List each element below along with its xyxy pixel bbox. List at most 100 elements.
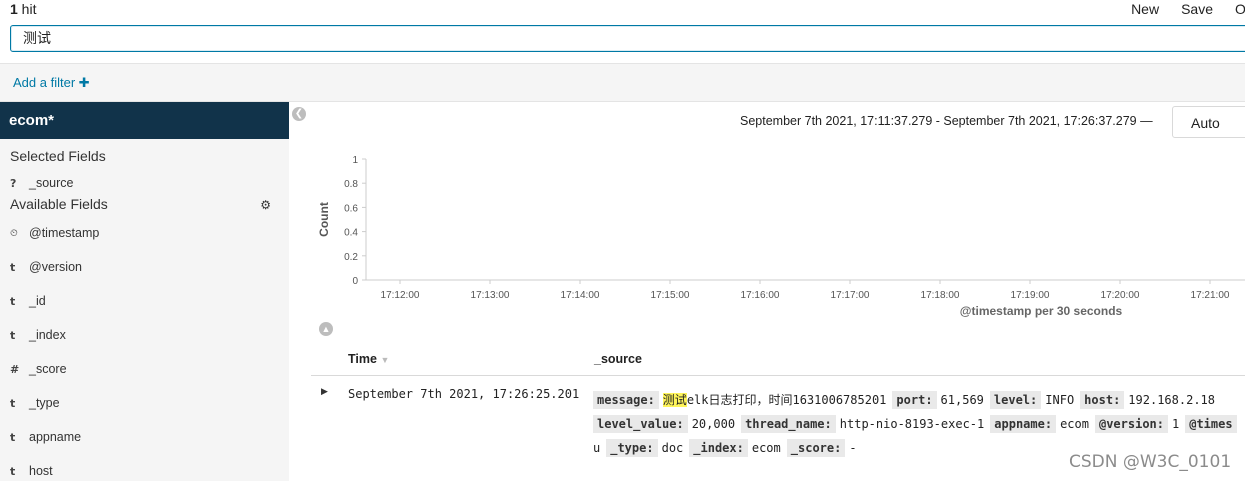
x-tick-label: 17:17:00 bbox=[831, 290, 870, 301]
search-input[interactable] bbox=[23, 30, 1242, 46]
column-header-source: _source bbox=[594, 352, 642, 366]
field-item-score[interactable]: # _score bbox=[0, 352, 289, 386]
field-item-source[interactable]: ? _source bbox=[0, 170, 289, 196]
source-value: - bbox=[849, 441, 857, 455]
index-pattern-title[interactable]: ecom* bbox=[0, 102, 289, 139]
cell-time: September 7th 2021, 17:26:25.201 bbox=[348, 387, 580, 401]
field-type-icon: t bbox=[10, 464, 16, 478]
x-tick-label: 17:15:00 bbox=[651, 290, 690, 301]
field-item-version[interactable]: t @version bbox=[0, 250, 289, 284]
source-value: 192.168.2.18 bbox=[1128, 393, 1215, 407]
source-key: host: bbox=[1080, 391, 1125, 409]
field-type-icon: t bbox=[10, 430, 16, 444]
x-tick-label: 17:14:00 bbox=[561, 290, 600, 301]
y-tick-label: 1 bbox=[352, 155, 358, 166]
document-table: Time ▼ _source ▶ September 7th 2021, 17:2… bbox=[311, 346, 1245, 466]
histogram-svg: Count 0 0.2 0.4 0.6 0.8 1 17:12:00 17:13:00 17:14… bbox=[317, 155, 1245, 318]
field-name: @version bbox=[29, 260, 82, 274]
field-type-icon: t bbox=[10, 260, 16, 274]
save-button[interactable]: Save bbox=[1181, 1, 1213, 17]
source-value: ecom bbox=[1060, 417, 1089, 431]
available-fields-title: Available Fields ⚙ bbox=[10, 196, 271, 212]
gear-icon[interactable]: ⚙ bbox=[260, 198, 271, 212]
field-name: @timestamp bbox=[29, 226, 100, 240]
x-axis-label: @timestamp per 30 seconds bbox=[960, 304, 1123, 318]
time-range-label: September 7th 2021, 17:11:37.279 - Septe… bbox=[740, 114, 1153, 128]
y-tick-label: 0.8 bbox=[344, 179, 358, 190]
add-filter-button[interactable]: Add a filter ✚ bbox=[13, 75, 90, 91]
source-value: ecom bbox=[751, 441, 781, 455]
y-tick-label: 0.4 bbox=[344, 228, 358, 239]
x-tick-label: 17:12:00 bbox=[381, 290, 420, 301]
field-sidebar: ecom* Selected Fields ? _source Available… bbox=[0, 102, 289, 481]
y-tick-label: 0.2 bbox=[344, 252, 358, 263]
x-tick-label: 17:18:00 bbox=[921, 290, 960, 301]
top-bar: 1 hit New Save O bbox=[0, 0, 1245, 22]
search-highlight: 测试 bbox=[662, 393, 687, 407]
source-key: _score: bbox=[786, 439, 846, 457]
field-type-icon: t bbox=[10, 294, 16, 308]
source-key: @version: bbox=[1094, 415, 1168, 433]
hit-count: 1 hit bbox=[10, 1, 37, 17]
field-name: _source bbox=[29, 176, 74, 190]
field-item-appname[interactable]: t appname bbox=[0, 420, 289, 454]
field-name: host bbox=[29, 464, 53, 478]
field-item-index[interactable]: t _index bbox=[0, 318, 289, 352]
expand-row-icon[interactable]: ▶ bbox=[321, 387, 328, 397]
field-item-id[interactable]: t _id bbox=[0, 284, 289, 318]
top-actions: New Save O bbox=[1131, 1, 1245, 17]
source-key: level_value: bbox=[593, 415, 688, 433]
source-line: message: 测试elk日志打印，时间1631006785201 port: 61… bbox=[593, 388, 1245, 412]
filter-bar: Add a filter ✚ bbox=[0, 63, 1245, 102]
source-key: @times bbox=[1185, 415, 1237, 433]
selected-fields-title: Selected Fields bbox=[10, 148, 106, 164]
x-tick-label: 17:16:00 bbox=[741, 290, 780, 301]
interval-select[interactable]: Auto bbox=[1172, 106, 1245, 138]
field-item-timestamp[interactable]: ⏲ @timestamp bbox=[0, 216, 289, 250]
x-tick-label: 17:13:00 bbox=[471, 290, 510, 301]
source-key: _index: bbox=[689, 439, 748, 457]
field-type-icon: t bbox=[10, 396, 16, 410]
source-value: doc bbox=[661, 441, 684, 455]
plus-icon: ✚ bbox=[78, 75, 90, 90]
field-item-host[interactable]: t host bbox=[0, 454, 289, 481]
x-tick-label: 17:19:00 bbox=[1011, 290, 1050, 301]
y-tick-label: 0.6 bbox=[344, 203, 358, 214]
source-key: level: bbox=[989, 391, 1042, 409]
column-header-time[interactable]: Time ▼ bbox=[348, 352, 389, 366]
x-tick-label: 17:20:00 bbox=[1101, 290, 1140, 301]
collapse-sidebar-icon[interactable]: ❮ bbox=[292, 107, 306, 121]
source-key: message: bbox=[593, 391, 659, 409]
field-name: _index bbox=[29, 328, 66, 342]
source-key: appname: bbox=[990, 415, 1057, 433]
table-header: Time ▼ _source bbox=[311, 346, 1245, 376]
new-button[interactable]: New bbox=[1131, 1, 1159, 17]
source-key: thread_name: bbox=[741, 415, 836, 433]
field-name: _id bbox=[29, 294, 46, 308]
open-button[interactable]: O bbox=[1235, 1, 1245, 17]
source-value: 61,569 bbox=[940, 393, 984, 407]
field-item-type[interactable]: t _type bbox=[0, 386, 289, 420]
sort-down-icon[interactable]: ▼ bbox=[380, 355, 389, 365]
source-value: 20,000 bbox=[691, 417, 736, 431]
y-axis-label: Count bbox=[317, 202, 331, 237]
field-name: appname bbox=[29, 430, 82, 444]
source-line: level_value: 20,000 thread_name: http-nio-8… bbox=[593, 412, 1245, 436]
histogram-chart: Count 0 0.2 0.4 0.6 0.8 1 17:12:00 17:13:00 17:14… bbox=[310, 145, 1245, 330]
source-value: INFO bbox=[1045, 393, 1075, 407]
y-tick-label: 0 bbox=[352, 276, 358, 287]
search-query-bar[interactable] bbox=[10, 25, 1245, 52]
field-type-icon: ⏲ bbox=[10, 227, 18, 239]
field-type-icon: t bbox=[10, 328, 16, 342]
watermark: CSDN @W3C_0101 bbox=[1069, 452, 1232, 472]
source-key: port: bbox=[892, 391, 937, 409]
source-value: 1 bbox=[1172, 417, 1180, 431]
x-tick-label: 17:21:00 bbox=[1191, 290, 1230, 301]
source-value: u bbox=[593, 441, 601, 455]
source-value: elk日志打印，时间1631006785201 bbox=[686, 393, 887, 407]
source-key: _type: bbox=[606, 439, 658, 457]
source-value: http-nio-8193-exec-1 bbox=[839, 417, 985, 431]
cell-source: message: 测试elk日志打印，时间1631006785201 port: 61… bbox=[593, 388, 1245, 460]
collapse-chart-icon[interactable]: ▲ bbox=[319, 322, 333, 336]
field-name: _type bbox=[29, 396, 60, 410]
